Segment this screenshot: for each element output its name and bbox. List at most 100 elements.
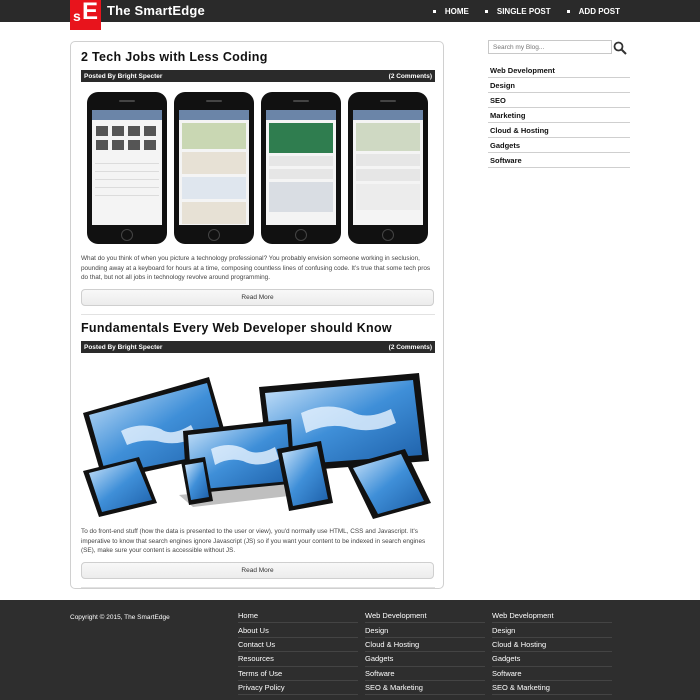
sidebar-item-gadgets[interactable]: Gadgets (488, 138, 630, 153)
venue-photo (269, 123, 333, 153)
footer-col-pages: Home About Us Contact Us Resources Terms… (238, 609, 358, 696)
footer-link-resources[interactable]: Resources (238, 652, 358, 667)
list-row (95, 188, 159, 196)
phone-image (174, 92, 254, 244)
nav-label: ADD POST (578, 7, 620, 16)
info-row (356, 169, 420, 181)
post-title[interactable]: 2 Tech Jobs with Less Coding (81, 50, 435, 64)
info-row (269, 156, 333, 166)
bullet-icon (432, 10, 436, 13)
footer-link-category[interactable]: Web Development (365, 609, 485, 624)
posts-panel: 2 Tech Jobs with Less Coding Posted By B… (70, 41, 444, 589)
footer-link-category[interactable]: SEO & Marketing (492, 681, 612, 696)
footer-link-category[interactable]: Gadgets (492, 652, 612, 667)
list-row (95, 180, 159, 188)
devices-illustration (83, 373, 431, 519)
listing-thumb (182, 202, 246, 224)
site-logo[interactable]: s E (70, 0, 101, 30)
phone-speaker (293, 100, 309, 102)
post-image-phones (81, 84, 435, 244)
footer-link-category[interactable]: Gadgets (365, 652, 485, 667)
phone-screen (266, 110, 336, 225)
read-more-button[interactable]: Read More (81, 561, 434, 579)
phone-screen (353, 110, 423, 225)
footer-col-categories-b: Web Development Design Cloud & Hosting G… (492, 609, 612, 696)
footer: Copyright © 2015, The SmartEdge Home Abo… (0, 600, 700, 700)
footer-link-category[interactable]: Software (365, 667, 485, 681)
footer-link-contact[interactable]: Contact Us (238, 638, 358, 653)
copyright-text: Copyright © 2015, The SmartEdge (70, 614, 170, 621)
phone-speaker (119, 100, 135, 102)
info-row (356, 184, 420, 210)
screen-header (353, 110, 423, 120)
phone-image (261, 92, 341, 244)
footer-link-privacy[interactable]: Privacy Policy (238, 681, 358, 696)
logo-letter-e: E (82, 0, 99, 25)
post-divider (81, 313, 435, 315)
listing-thumb (182, 177, 246, 199)
footer-link-category[interactable]: Design (492, 623, 612, 638)
search-input[interactable] (488, 40, 612, 54)
list-row (95, 164, 159, 172)
app-glyph (96, 126, 108, 136)
list-row (95, 172, 159, 180)
app-glyph (144, 126, 156, 136)
footer-link-category[interactable]: Cloud & Hosting (492, 638, 612, 653)
footer-link-category[interactable]: Web Development (492, 609, 612, 624)
post-image-devices (81, 353, 435, 521)
phone-image (87, 92, 167, 244)
sidebar-item-design[interactable]: Design (488, 78, 630, 93)
footer-link-category[interactable]: SEO & Marketing (365, 681, 485, 696)
nav-home[interactable]: HOME (432, 7, 469, 16)
post-meta-bar: Posted By Bright Specter (2 Comments) (81, 341, 435, 353)
listing-thumb (182, 152, 246, 174)
phone-speaker (380, 100, 396, 102)
footer-link-home[interactable]: Home (238, 609, 358, 624)
top-nav: HOME SINGLE POST ADD POST (432, 7, 620, 16)
footer-link-terms[interactable]: Terms of Use (238, 667, 358, 681)
list-row (95, 156, 159, 164)
sidebar-item-marketing[interactable]: Marketing (488, 108, 630, 123)
home-button-icon (208, 229, 220, 241)
sidebar-item-software[interactable]: Software (488, 153, 630, 168)
footer-link-about[interactable]: About Us (238, 623, 358, 638)
site-title[interactable]: The SmartEdge (107, 3, 205, 18)
bullet-icon (566, 10, 570, 13)
sidebar-item-cloud-hosting[interactable]: Cloud & Hosting (488, 123, 630, 138)
post-card: Fundamentals Every Web Developer should … (81, 321, 435, 588)
sidebar-categories: Web Development Design SEO Marketing Clo… (488, 63, 630, 168)
app-glyph (128, 140, 140, 150)
screen-header (92, 110, 162, 120)
post-meta-bar: Posted By Bright Specter (2 Comments) (81, 70, 435, 82)
sidebar-item-web-development[interactable]: Web Development (488, 63, 630, 78)
search-icon[interactable] (613, 41, 627, 55)
home-button-icon (382, 229, 394, 241)
nav-single-post[interactable]: SINGLE POST (484, 7, 551, 16)
post-title[interactable]: Fundamentals Every Web Developer should … (81, 321, 435, 335)
post-card: 2 Tech Jobs with Less Coding Posted By B… (81, 50, 435, 315)
info-row (269, 169, 333, 179)
post-author[interactable]: Posted By Bright Specter (84, 73, 162, 80)
phone-screen (92, 110, 162, 225)
footer-col-categories-a: Web Development Design Cloud & Hosting G… (365, 609, 485, 696)
nav-add-post[interactable]: ADD POST (566, 7, 620, 16)
phone-image (348, 92, 428, 244)
nav-label: SINGLE POST (496, 7, 551, 16)
footer-link-category[interactable]: Design (365, 623, 485, 638)
info-row (356, 154, 420, 166)
home-button-icon (121, 229, 133, 241)
app-glyph (112, 126, 124, 136)
screen-grid (92, 120, 162, 156)
app-glyph (144, 140, 156, 150)
app-glyph (128, 126, 140, 136)
screen-header (266, 110, 336, 120)
post-author[interactable]: Posted By Bright Specter (84, 344, 162, 351)
footer-link-category[interactable]: Cloud & Hosting (365, 638, 485, 653)
sidebar-item-seo[interactable]: SEO (488, 93, 630, 108)
post-excerpt: To do front-end stuff (how the data is p… (81, 528, 426, 554)
post-divider (81, 586, 435, 588)
post-comments[interactable]: (2 Comments) (389, 344, 432, 351)
footer-link-category[interactable]: Software (492, 667, 612, 681)
post-comments[interactable]: (2 Comments) (389, 73, 432, 80)
read-more-button[interactable]: Read More (81, 288, 434, 306)
